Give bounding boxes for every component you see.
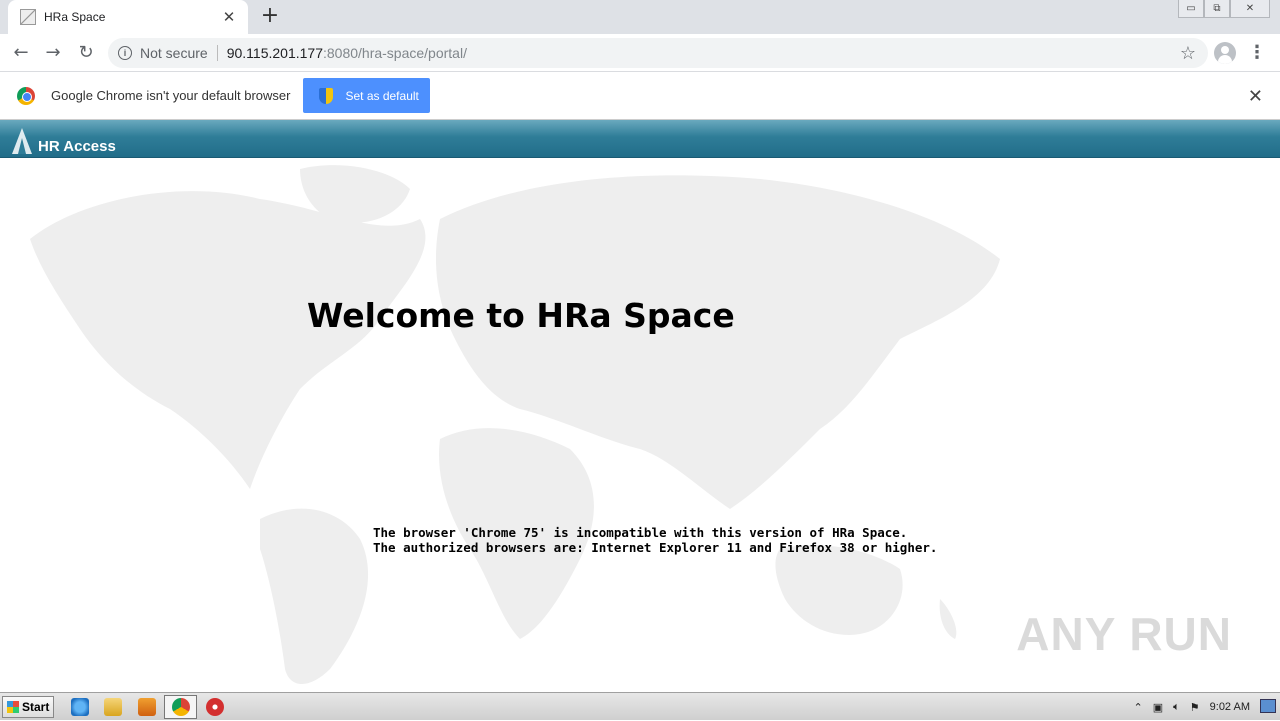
browser-menu-icon[interactable]: ⋮ <box>1248 42 1266 63</box>
browser-tab[interactable]: HRa Space ✕ <box>8 0 248 34</box>
clock[interactable]: 9:02 AM <box>1210 701 1250 713</box>
chrome-taskbar-icon[interactable] <box>172 698 190 716</box>
start-button[interactable]: Start <box>2 696 54 718</box>
infobar-close-icon[interactable]: ✕ <box>1248 86 1263 107</box>
media-player-icon[interactable] <box>138 698 156 716</box>
volume-icon[interactable]: 🔈︎ <box>1173 701 1180 714</box>
message-line-2: The authorized browsers are: Internet Ex… <box>373 540 938 555</box>
start-label: Start <box>22 700 50 714</box>
alert-app-icon[interactable] <box>206 698 224 716</box>
url-host: 90.115.201.177 <box>226 45 323 61</box>
forward-button[interactable]: → <box>40 40 66 66</box>
tab-title: HRa Space <box>44 10 106 24</box>
back-button[interactable]: ← <box>8 40 34 66</box>
chevron-up-icon[interactable]: ⌃ <box>1134 701 1143 714</box>
address-bar[interactable]: i Not secure 90.115.201.177 :8080/hra-sp… <box>108 38 1208 68</box>
info-icon[interactable]: i <box>118 46 132 60</box>
window-close-button[interactable]: ✕ <box>1230 0 1270 18</box>
uac-shield-icon <box>319 87 334 104</box>
anyrun-watermark: ANY RUN <box>1016 608 1232 660</box>
default-browser-infobar: Google Chrome isn't your default browser… <box>0 72 1280 120</box>
show-desktop-icon[interactable] <box>1260 699 1276 713</box>
security-label[interactable]: Not secure <box>140 45 208 61</box>
profile-avatar-icon[interactable] <box>1214 42 1236 64</box>
set-as-default-label: Set as default <box>345 88 419 103</box>
network-icon[interactable]: ▣ <box>1153 701 1163 714</box>
new-tab-button[interactable]: + <box>258 4 282 28</box>
set-as-default-button[interactable]: Set as default <box>303 78 431 113</box>
flag-icon[interactable]: ⚑ <box>1190 701 1200 714</box>
windows-taskbar: Start ⌃ ▣ 🔈︎ ⚑ 9:02 AM <box>0 692 1280 720</box>
app-header: HR Access <box>0 120 1280 158</box>
folder-icon[interactable] <box>104 698 122 716</box>
chrome-logo-icon <box>17 86 35 105</box>
internet-explorer-icon[interactable] <box>71 698 89 716</box>
minimize-button[interactable]: ▭ <box>1178 0 1204 18</box>
system-tray: ⌃ ▣ 🔈︎ ⚑ 9:02 AM <box>1129 693 1280 721</box>
url-path: :8080/hra-space/portal/ <box>322 45 467 61</box>
hr-access-logo[interactable]: HR Access <box>10 126 116 155</box>
welcome-heading: Welcome to HRa Space <box>307 296 735 335</box>
logo-text: HR Access <box>38 138 116 155</box>
tab-strip: HRa Space ✕ + ▭ ⧉ ✕ <box>0 0 1280 34</box>
restore-button[interactable]: ⧉ <box>1204 0 1230 18</box>
incompatibility-message: The browser 'Chrome 75' is incompatible … <box>373 525 937 555</box>
browser-toolbar: ← → ↻ i Not secure 90.115.201.177 :8080/… <box>0 34 1280 72</box>
main-content: Welcome to HRa Space The browser 'Chrome… <box>0 159 1280 692</box>
windows-logo-icon <box>7 701 19 713</box>
message-line-1: The browser 'Chrome 75' is incompatible … <box>373 525 908 540</box>
reload-button[interactable]: ↻ <box>73 40 99 66</box>
divider <box>216 45 218 61</box>
bookmark-star-icon[interactable]: ☆ <box>1180 43 1196 64</box>
window-controls: ▭ ⧉ ✕ <box>1178 0 1270 18</box>
hr-access-logo-icon <box>10 127 32 154</box>
page-favicon-icon <box>20 9 36 25</box>
tab-close-icon[interactable]: ✕ <box>220 8 238 26</box>
infobar-message: Google Chrome isn't your default browser <box>51 88 291 103</box>
